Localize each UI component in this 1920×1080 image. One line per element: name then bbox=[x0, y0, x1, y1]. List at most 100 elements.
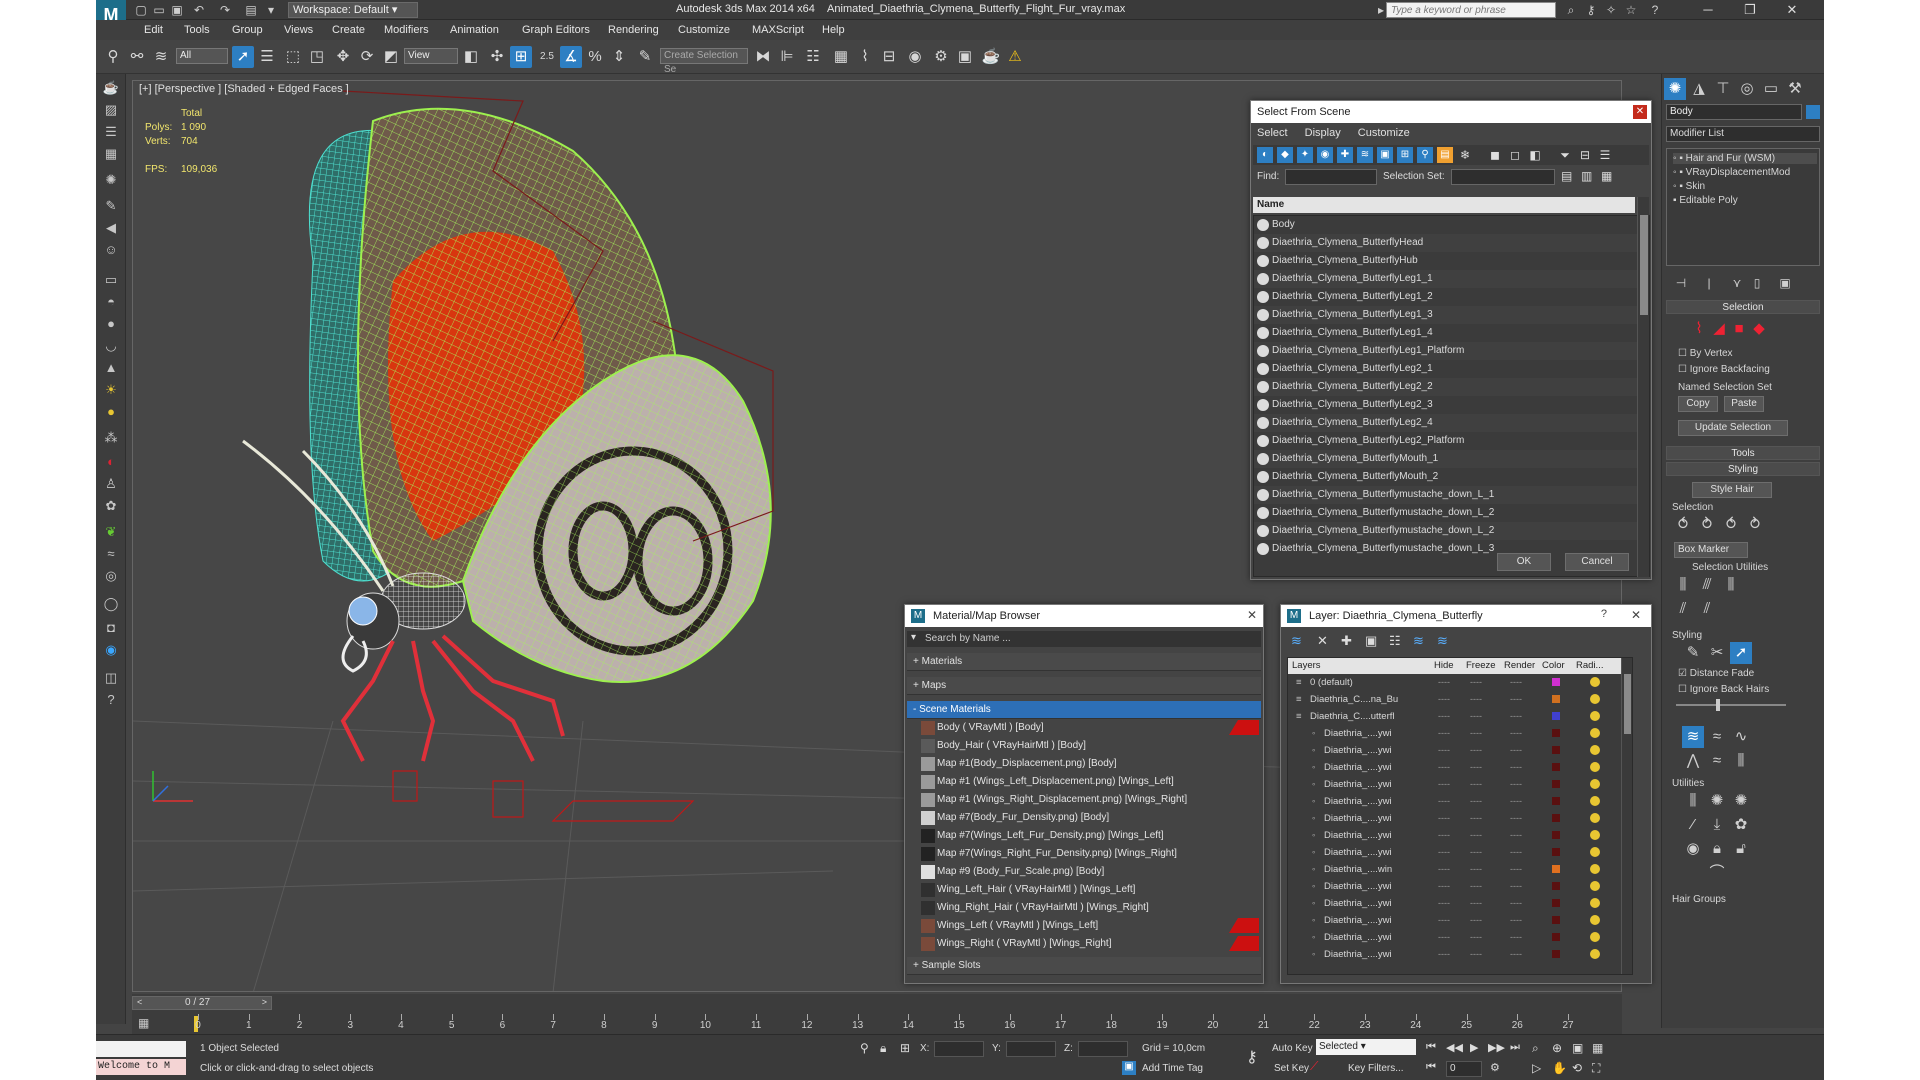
layer-toggle-cell[interactable]: ---- bbox=[1510, 878, 1522, 895]
cone-icon[interactable]: ▲ bbox=[101, 358, 121, 378]
attenuate-icon[interactable]: ⫼ bbox=[1682, 790, 1704, 812]
distance-fade-checkbox[interactable]: ☑ Distance Fade bbox=[1678, 668, 1754, 679]
create-teapot-icon[interactable]: ☕ bbox=[101, 78, 121, 98]
menu-rendering[interactable]: Rendering bbox=[608, 24, 659, 36]
scene-object-row[interactable]: Diaethria_Clymena_ButterflyLeg1_4 bbox=[1254, 324, 1649, 342]
workspace-dropdown[interactable]: Workspace: Default ▾ bbox=[288, 2, 418, 18]
graphite-modeling-icon[interactable]: ▦ bbox=[830, 46, 852, 68]
schematic-view-icon[interactable]: ⊟ bbox=[878, 46, 900, 68]
minimize-button[interactable]: ─ bbox=[1690, 0, 1726, 20]
rectangular-selection-icon[interactable]: ⬚ bbox=[282, 46, 304, 68]
zoom-extents-all-icon[interactable]: ▦ bbox=[1592, 1041, 1603, 1055]
filter-spacewarps-icon[interactable]: ≋ bbox=[1357, 147, 1373, 163]
redo-icon[interactable]: ↷ bbox=[218, 3, 232, 17]
menu-graph-editors[interactable]: Graph Editors bbox=[522, 24, 590, 36]
help-search-input[interactable]: Type a keyword or phrase bbox=[1386, 2, 1556, 18]
layer-row[interactable]: ≡ Diaethria_C....utterfl ---- ---- ---- bbox=[1288, 708, 1632, 725]
time-slider-prev-icon[interactable]: < bbox=[137, 997, 142, 1007]
ignore-backfacing-checkbox[interactable]: ☐ Ignore Backfacing bbox=[1678, 364, 1770, 375]
hierarchy-tab-icon[interactable]: ⊤ bbox=[1712, 78, 1734, 100]
people-icon[interactable]: ☺ bbox=[101, 240, 121, 260]
auto-key-button[interactable]: Auto Key bbox=[1272, 1043, 1313, 1054]
layer-toggle-cell[interactable]: ---- bbox=[1470, 674, 1482, 691]
layer-row[interactable]: ≡ Diaethria_C....na_Bu ---- ---- ---- bbox=[1288, 691, 1632, 708]
selection-lock-icon[interactable]: 🔒︎ bbox=[880, 1041, 886, 1056]
scene-object-row[interactable]: Diaethria_Clymena_ButterflyLeg1_3 bbox=[1254, 306, 1649, 324]
mmb-search-dropdown-icon[interactable]: ▾ bbox=[911, 632, 916, 643]
image-icon[interactable]: ▨ bbox=[101, 100, 121, 120]
move-icon[interactable]: ✥ bbox=[332, 46, 354, 68]
filter-bones-icon[interactable]: ⚲ bbox=[1417, 147, 1433, 163]
selection-filter-dropdown[interactable]: All bbox=[176, 48, 228, 64]
radiosity-bulb-icon[interactable] bbox=[1590, 915, 1600, 925]
scene-object-list[interactable]: Body Diaethria_Clymena_ButterflyHead Diaet… bbox=[1253, 215, 1650, 577]
layer-row[interactable]: ◦ Diaethria_....ywi ---- ---- ---- bbox=[1288, 793, 1632, 810]
angle-snap-icon[interactable]: ∡ bbox=[560, 46, 582, 68]
select-guide-vertices-icon[interactable]: ⥀ bbox=[1720, 514, 1742, 536]
pin-stack-icon[interactable]: ⊣ bbox=[1670, 272, 1692, 294]
hair-select-tool-icon[interactable]: ➚ bbox=[1730, 642, 1752, 664]
selection-set-edit-icon[interactable]: ▦ bbox=[1601, 169, 1612, 183]
stack-item-vray-displacement[interactable]: ◦ ▪ VRayDisplacementMod bbox=[1673, 167, 1790, 178]
sort-icon[interactable]: ☰ bbox=[1597, 147, 1613, 163]
layer-close-icon[interactable]: ✕ bbox=[1631, 608, 1641, 622]
layer-toggle-cell[interactable]: ---- bbox=[1438, 674, 1450, 691]
box-marker-dropdown[interactable]: Box Marker bbox=[1674, 542, 1748, 558]
layer-toggle-cell[interactable]: ---- bbox=[1438, 946, 1450, 963]
layer-toggle-cell[interactable]: ---- bbox=[1438, 861, 1450, 878]
toggle-collisions-icon[interactable]: ✿ bbox=[1730, 814, 1752, 836]
remove-modifier-icon[interactable]: ▯ bbox=[1746, 272, 1768, 294]
radiosity-bulb-icon[interactable] bbox=[1590, 796, 1600, 806]
select-hair-by-ends-icon[interactable]: ⥀ bbox=[1672, 514, 1694, 536]
bowl-icon[interactable]: ◡ bbox=[101, 336, 121, 356]
layer-toggle-cell[interactable]: ---- bbox=[1470, 793, 1482, 810]
hand-tool-icon[interactable]: ≋ bbox=[1682, 726, 1704, 748]
layer-toggle-cell[interactable]: ---- bbox=[1510, 827, 1522, 844]
filter-shapes-icon[interactable]: ◆ bbox=[1277, 147, 1293, 163]
layer-color-swatch[interactable] bbox=[1552, 916, 1560, 924]
hair-display-icon[interactable]: ◉ bbox=[1682, 838, 1704, 860]
filter-containers-icon[interactable]: ▤ bbox=[1437, 147, 1453, 163]
rotate-selection-icon[interactable]: ⫻ bbox=[1696, 574, 1718, 596]
translate-hair-icon[interactable]: ≈ bbox=[1706, 726, 1728, 748]
select-layer-objects-icon[interactable]: ▣ bbox=[1365, 633, 1377, 649]
hair-icon[interactable]: ≈ bbox=[101, 544, 121, 564]
layer-toggle-cell[interactable]: ---- bbox=[1510, 759, 1522, 776]
layer-toggle-cell[interactable]: ---- bbox=[1470, 861, 1482, 878]
copy-button[interactable]: Copy bbox=[1678, 396, 1718, 412]
layer-row[interactable]: ◦ Diaethria_....ywi ---- ---- ---- bbox=[1288, 946, 1632, 963]
zoom-icon[interactable]: ⌕ bbox=[1532, 1041, 1539, 1056]
select-whole-guide-icon[interactable]: ⥁ bbox=[1696, 514, 1718, 536]
key-set-dropdown[interactable]: Selected ▾ bbox=[1316, 1039, 1416, 1055]
layer-toggle-cell[interactable]: ---- bbox=[1470, 725, 1482, 742]
name-column-header[interactable]: Name bbox=[1253, 197, 1635, 213]
filter-lights-icon[interactable]: ✦ bbox=[1297, 147, 1313, 163]
scene-material-item[interactable]: Wing_Left_Hair ( VRayHairMtl ) [Wings_Le… bbox=[907, 881, 1261, 899]
go-to-end-icon[interactable]: ⏭ bbox=[1510, 1041, 1520, 1054]
grid-icon[interactable]: ▦ bbox=[101, 144, 121, 164]
radiosity-bulb-icon[interactable] bbox=[1590, 881, 1600, 891]
expand-selection-icon[interactable]: ⫼ bbox=[1720, 574, 1742, 596]
scene-object-row[interactable]: Diaethria_Clymena_ButterflyMouth_2 bbox=[1254, 468, 1649, 486]
layer-toggle-cell[interactable]: ---- bbox=[1470, 844, 1482, 861]
layer-toggle-cell[interactable]: ---- bbox=[1470, 946, 1482, 963]
cube-icon[interactable]: ◫ bbox=[101, 668, 121, 688]
radiosity-bulb-icon[interactable] bbox=[1590, 847, 1600, 857]
scene-material-item[interactable]: Map #9 (Body_Fur_Scale.png) [Body] bbox=[907, 863, 1261, 881]
scene-object-row[interactable]: Diaethria_Clymena_ButterflyLeg2_2 bbox=[1254, 378, 1649, 396]
light-icon[interactable]: ✺ bbox=[101, 170, 121, 190]
keyboard-shortcut-override-icon[interactable]: ⊞ bbox=[510, 46, 532, 68]
omni-light-icon[interactable]: ● bbox=[101, 402, 121, 422]
col-hide[interactable]: Hide bbox=[1434, 658, 1454, 674]
element-select-icon[interactable]: ◆ bbox=[1748, 318, 1770, 340]
filter-funnel-icon[interactable]: ⏷ bbox=[1557, 147, 1573, 163]
selection-set-add-icon[interactable]: ▤ bbox=[1561, 169, 1572, 183]
y-coordinate-field[interactable] bbox=[1006, 1041, 1056, 1057]
object-color-swatch[interactable] bbox=[1806, 105, 1820, 119]
maximize-viewport-icon[interactable]: ⛶ bbox=[1592, 1061, 1600, 1076]
particle-icon[interactable]: ⁂ bbox=[101, 428, 121, 448]
globe-icon[interactable]: ◉ bbox=[101, 640, 121, 660]
trackbar-menu-icon[interactable]: ▦ bbox=[138, 1016, 149, 1030]
layer-color-swatch[interactable] bbox=[1552, 712, 1560, 720]
unlink-icon[interactable]: ⚯ bbox=[126, 46, 148, 68]
